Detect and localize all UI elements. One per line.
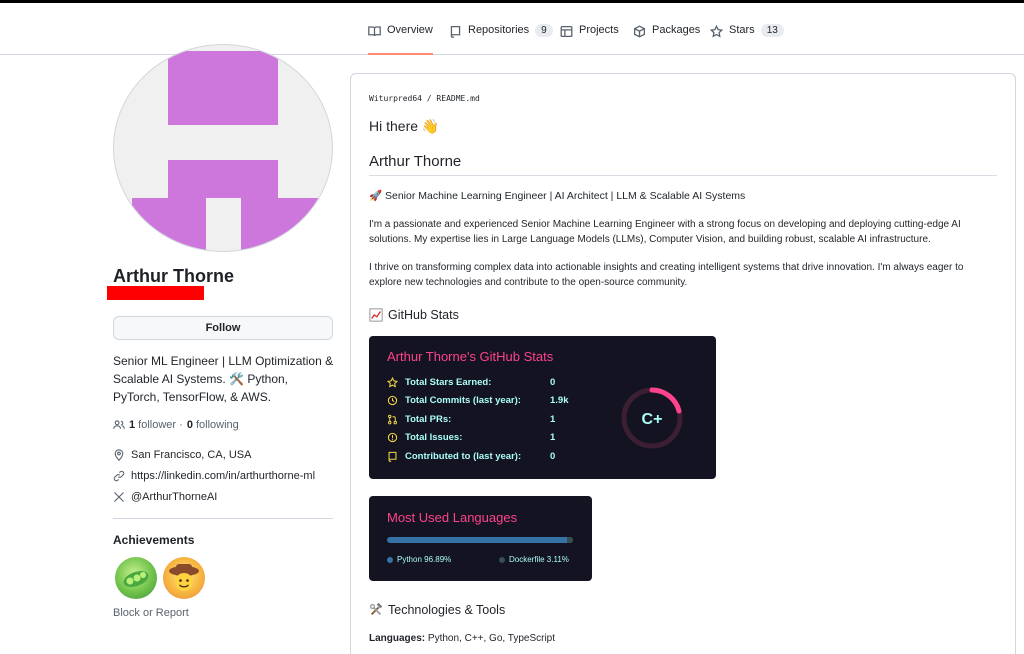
stat-row-commits: Total Commits (last year): 1.9k <box>387 395 569 406</box>
stat-value: 1 <box>550 414 556 425</box>
stat-row-issues: Total Issues: 1 <box>387 432 555 443</box>
x-handle[interactable]: @ArthurThorneAI <box>131 491 217 503</box>
stat-label: Total Commits (last year): <box>405 395 521 406</box>
language-label: Dockerfile 3.11% <box>509 555 569 564</box>
technologies-heading: Technologies & Tools <box>369 603 505 617</box>
grade-text: C+ <box>642 411 663 428</box>
avatar[interactable] <box>113 44 333 252</box>
github-stats-heading: GitHub Stats <box>369 308 459 322</box>
avatar-block-left <box>132 198 206 251</box>
x-account[interactable]: @ArthurThorneAI <box>113 491 217 503</box>
language-label: Python 96.89% <box>397 555 452 564</box>
heading-rule <box>369 175 997 176</box>
readme-heading: Arthur Thorne <box>369 153 462 170</box>
dockerfile-segment <box>567 537 573 543</box>
languages-value: Python, C++, Go, TypeScript <box>425 633 556 644</box>
repositories-count: 9 <box>535 24 553 37</box>
table-icon <box>560 25 573 38</box>
python-color-dot <box>387 556 393 563</box>
avatar-block-middle <box>168 160 278 198</box>
following-link[interactable]: 0 following <box>187 419 239 431</box>
dockerfile-color-dot <box>499 556 505 563</box>
people-icon <box>113 420 125 429</box>
languages-progress-bar <box>387 537 573 543</box>
avatar-block-right <box>241 198 321 251</box>
chart-increasing-icon <box>369 308 383 322</box>
location: San Francisco, CA, USA <box>113 449 251 461</box>
stat-label: Total PRs: <box>405 414 452 425</box>
most-used-languages-card[interactable]: Most Used Languages Python 96.89% Docker… <box>369 496 592 581</box>
tab-projects[interactable]: Projects <box>560 17 619 55</box>
followers-label: follower · <box>135 419 183 431</box>
tab-label: Packages <box>652 24 701 36</box>
stat-row-contributed: Contributed to (last year): 0 <box>387 451 555 462</box>
readme-paragraph-1: I'm a passionate and experienced Senior … <box>369 219 961 245</box>
language-python: Python 96.89% <box>387 555 451 564</box>
stat-label: Contributed to (last year): <box>405 451 522 462</box>
stat-value: 1 <box>550 432 556 443</box>
sidebar-divider <box>113 518 333 519</box>
avatar-block-top <box>168 51 278 125</box>
achievement-yolo-badge[interactable] <box>163 557 205 599</box>
stat-value: 0 <box>550 451 556 462</box>
follow-button[interactable]: Follow <box>113 316 333 340</box>
block-or-report-link[interactable]: Block or Report <box>113 607 189 619</box>
cowboy-face-icon <box>169 564 199 591</box>
hammer-wrench-icon <box>369 603 383 616</box>
tab-overview[interactable]: Overview <box>368 17 433 55</box>
repo-icon <box>388 451 397 462</box>
readme-greeting: Hi there 👋 <box>369 118 440 134</box>
following-label: following <box>192 419 239 431</box>
stars-count: 13 <box>760 24 784 37</box>
stat-row-stars: Total Stars Earned: 0 <box>387 377 555 388</box>
tab-stars[interactable]: Stars 13 <box>710 17 784 55</box>
followers-link[interactable]: 1 follower · <box>129 419 183 431</box>
tab-label: Repositories <box>468 24 530 36</box>
location-pin-icon <box>114 449 124 461</box>
followers-summary: 1 follower · 0 following <box>113 419 239 431</box>
peas-icon <box>123 571 149 587</box>
history-icon <box>387 395 398 406</box>
location-text: San Francisco, CA, USA <box>131 449 252 461</box>
github-stats-card[interactable]: Arthur Thorne's GitHub Stats Total Stars… <box>369 336 716 479</box>
repo-icon <box>450 25 461 38</box>
package-icon <box>633 25 646 38</box>
profile-name: Arthur Thorne <box>113 266 234 286</box>
language-dockerfile: Dockerfile 3.11% <box>499 555 569 564</box>
tab-label: Overview <box>387 24 433 36</box>
star-icon <box>710 25 723 38</box>
x-logo-icon <box>114 492 124 502</box>
book-icon <box>368 26 381 37</box>
stat-value: 1.9k <box>550 395 569 406</box>
grade-ring: C+ <box>621 387 683 449</box>
stat-label: Total Issues: <box>405 432 463 443</box>
achievements-title: Achievements <box>113 533 195 547</box>
tab-packages[interactable]: Packages <box>633 17 700 55</box>
profile-bio: Senior ML Engineer | LLM Optimization & … <box>113 354 334 404</box>
stat-row-prs: Total PRs: 1 <box>387 414 555 425</box>
tab-repositories[interactable]: Repositories 9 <box>449 17 553 55</box>
stat-value: 0 <box>550 377 556 388</box>
readme-path[interactable]: Witurpred64 / README.md <box>369 94 480 103</box>
tab-label: Projects <box>579 24 619 36</box>
languages-line: Languages: Python, C++, Go, TypeScript <box>369 633 555 644</box>
readme-tagline: 🚀 Senior Machine Learning Engineer | AI … <box>369 190 746 202</box>
github-stats-heading-text: GitHub Stats <box>388 308 459 322</box>
profile-link[interactable]: https://linkedin.com/in/arthurthorne-ml <box>113 470 315 482</box>
pull-request-icon <box>388 414 397 425</box>
link-icon <box>113 470 125 482</box>
technologies-heading-text: Technologies & Tools <box>388 603 506 617</box>
link-text[interactable]: https://linkedin.com/in/arthurthorne-ml <box>131 470 315 482</box>
issue-icon <box>387 432 398 443</box>
languages-card-title: Most Used Languages <box>387 510 518 525</box>
tab-label: Stars <box>729 24 755 36</box>
achievement-pair-extraordinaire-badge[interactable] <box>115 557 157 599</box>
stats-card-title: Arthur Thorne's GitHub Stats <box>387 349 554 364</box>
star-icon <box>387 377 398 388</box>
languages-label: Languages: <box>369 633 426 644</box>
readme-paragraph-2: I thrive on transforming complex data in… <box>369 262 964 288</box>
stat-label: Total Stars Earned: <box>405 377 492 388</box>
redacted-username <box>107 286 204 300</box>
profile-tab-bar: Overview Repositories 9 Projects Package… <box>0 3 1024 55</box>
